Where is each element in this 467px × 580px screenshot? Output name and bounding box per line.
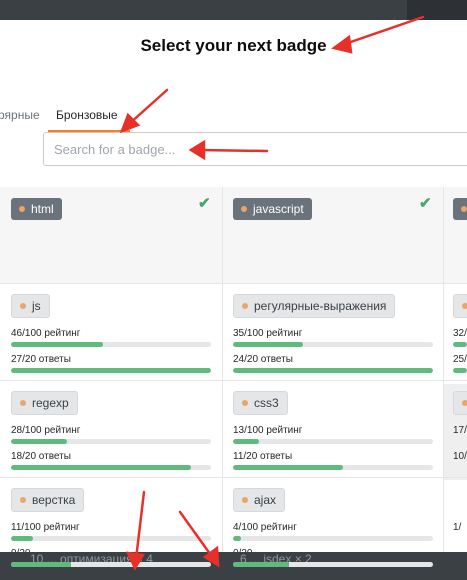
tag-javascript[interactable]: javascript xyxy=(233,198,312,220)
check-icon: ✔ xyxy=(419,195,432,212)
tag-label: регулярные-выражения xyxy=(254,299,387,313)
tag-label: js xyxy=(32,299,41,313)
tab-popular[interactable]: рярные xyxy=(0,108,40,122)
score-label: 46/100 рейтинг xyxy=(11,328,81,339)
bottom-status-bar: 10 ... оптимизация × 4 6 ... jsdex × 2 xyxy=(0,552,467,580)
answers-label: 25/ xyxy=(453,354,467,365)
score-fill xyxy=(453,342,467,347)
row-divider xyxy=(0,477,467,478)
tag-js[interactable]: js xyxy=(11,294,50,318)
tag-regex[interactable]: регулярные-выражения xyxy=(233,294,396,318)
column-divider xyxy=(222,187,223,580)
tag-layout[interactable]: верстка xyxy=(11,488,85,512)
score-fill xyxy=(11,536,33,541)
score-bar xyxy=(233,439,433,444)
tag-ajax[interactable]: ajax xyxy=(233,488,286,512)
score-fill xyxy=(11,439,67,444)
row-divider xyxy=(0,380,467,381)
score-label: 28/100 рейтинг xyxy=(11,425,81,436)
bottom-progress-right xyxy=(233,562,433,567)
answers-fill xyxy=(11,465,191,470)
answers-fill xyxy=(233,368,433,373)
score-label: 17/ xyxy=(453,425,467,436)
score-label: 32/ xyxy=(453,328,467,339)
tag-label: regexp xyxy=(32,396,69,410)
score-label: 11/100 рейтинг xyxy=(11,522,80,533)
tag-label: ajax xyxy=(254,493,277,507)
bottom-progress-fill xyxy=(233,562,289,567)
score-label: 4/100 рейтинг xyxy=(233,522,297,533)
tag-label: javascript xyxy=(253,202,304,216)
answers-bar xyxy=(11,465,211,470)
score-bar xyxy=(233,536,433,541)
answers-label: 18/20 ответы xyxy=(11,451,71,462)
tag-css3[interactable]: css3 xyxy=(233,391,288,415)
top-strip-shade xyxy=(407,0,467,20)
tag-html[interactable]: html xyxy=(11,198,62,220)
answers-bar xyxy=(233,465,433,470)
answers-bar xyxy=(453,368,467,373)
answers-label: 27/20 ответы xyxy=(11,354,71,365)
badge-modal: Select your next badge рярные Бронзовые … xyxy=(0,20,467,580)
row-divider xyxy=(0,283,467,284)
answers-label: 10/ xyxy=(453,451,467,462)
answers-fill xyxy=(453,368,467,373)
badge-grid: html ✔ javascript ✔ js 46/100 рейтинг 27… xyxy=(0,187,467,580)
modal-title: Select your next badge xyxy=(140,36,327,55)
score-bar xyxy=(11,342,211,347)
answers-label: 24/20 ответы xyxy=(233,354,293,365)
score-fill xyxy=(11,342,103,347)
answers-label: 11/20 ответы xyxy=(233,451,293,462)
score-label: 35/100 рейтинг xyxy=(233,328,303,339)
tag-label: верстка xyxy=(32,493,76,507)
column-divider xyxy=(443,187,444,580)
answers-fill xyxy=(11,368,211,373)
tag-label: html xyxy=(31,202,54,216)
badge-search-input[interactable] xyxy=(43,132,467,166)
answers-bar xyxy=(233,368,433,373)
tag-partial[interactable] xyxy=(453,294,467,318)
answers-bar xyxy=(11,368,211,373)
score-label: 1/ xyxy=(453,522,462,533)
tag-label: css3 xyxy=(254,396,279,410)
score-fill xyxy=(233,342,303,347)
score-bar xyxy=(233,342,433,347)
top-strip xyxy=(0,0,467,20)
bottom-progress-left xyxy=(11,562,211,567)
score-bar xyxy=(453,342,467,347)
score-fill xyxy=(233,439,259,444)
tab-bronze[interactable]: Бронзовые xyxy=(56,108,118,122)
answers-fill xyxy=(233,465,343,470)
check-icon: ✔ xyxy=(198,195,211,212)
score-label: 13/100 рейтинг xyxy=(233,425,303,436)
score-fill xyxy=(233,536,241,541)
score-bar xyxy=(11,536,211,541)
bottom-progress-fill xyxy=(11,562,71,567)
score-bar xyxy=(11,439,211,444)
tag-regexp[interactable]: regexp xyxy=(11,391,78,415)
tag-partial[interactable] xyxy=(453,391,467,415)
tag-partial[interactable] xyxy=(453,198,467,220)
